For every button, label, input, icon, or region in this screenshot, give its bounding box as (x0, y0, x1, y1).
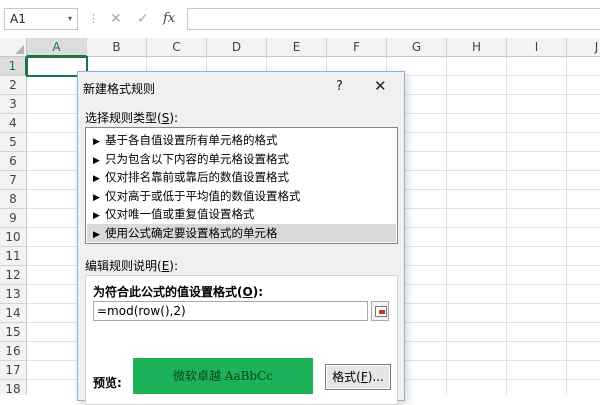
row-header-7[interactable]: 7 (0, 171, 27, 190)
rule-desc-label-text: 编辑规则说明( (85, 259, 162, 273)
close-icon[interactable]: ✕ (374, 77, 387, 95)
chevron-down-icon[interactable]: ▾ (68, 9, 72, 29)
row-header-14[interactable]: 14 (0, 304, 27, 323)
triangle-right-icon: ▶ (93, 155, 100, 166)
formula-condition-label: 为符合此公式的值设置格式(O): (93, 283, 263, 300)
rule-type-label: 只为包含以下内容的单元格设置格式 (105, 151, 289, 166)
rule-type-label-end: ): (169, 111, 179, 125)
column-header-j[interactable]: J (567, 38, 600, 57)
triangle-right-icon: ▶ (93, 137, 100, 147)
row-header-4[interactable]: 4 (0, 114, 27, 133)
column-header-g[interactable]: G (387, 38, 447, 57)
row-header-17[interactable]: 17 (0, 361, 27, 380)
formula-label-text: 为符合此公式的值设置格式( (93, 285, 243, 299)
row-header-12[interactable]: 12 (0, 266, 27, 285)
separator-grip-icon: ⋮ (88, 12, 99, 25)
row-header-11[interactable]: 11 (0, 247, 27, 266)
dialog-title: 新建格式规则 (83, 82, 156, 96)
row-header-18[interactable]: 18 (0, 380, 27, 395)
formula-access-key: O (242, 285, 253, 299)
column-header-a[interactable]: A (27, 38, 87, 57)
formula-label-end: ): (252, 285, 263, 299)
rule-type-item[interactable]: ▶ 使用公式确定要设置格式的单元格 (87, 223, 396, 242)
select-all-corner[interactable] (0, 38, 27, 57)
rule-type-item[interactable]: ▶ 只为包含以下内容的单元格设置格式 (87, 150, 396, 168)
row-header-16[interactable]: 16 (0, 342, 27, 361)
row-header-15[interactable]: 15 (0, 323, 27, 342)
row-header-3[interactable]: 3 (0, 95, 27, 114)
row-header-10[interactable]: 10 (0, 228, 27, 247)
formula-condition-input[interactable]: =mod(row(),2) (93, 301, 368, 321)
row-header-8[interactable]: 8 (0, 190, 27, 209)
rule-type-item[interactable]: ▶ 基于各自值设置所有单元格的格式 (87, 131, 396, 149)
row-header-13[interactable]: 13 (0, 285, 27, 304)
new-formatting-rule-dialog: 新建格式规则 ? ✕ 选择规则类型(S): ▶ 基于各自值设置所有单元格的格式 ▶ 只… (77, 71, 405, 405)
rule-type-section-label: 选择规则类型(S): (85, 109, 178, 126)
column-header-c[interactable]: C (147, 38, 207, 57)
rule-type-label: 仅对排名靠前或靠后的数值设置格式 (105, 170, 289, 184)
rule-type-label: 使用公式确定要设置格式的单元格 (105, 225, 278, 240)
row-header-5[interactable]: 5 (0, 133, 27, 152)
rule-type-item[interactable]: ▶ 仅对唯一值或重复值设置格式 (87, 205, 396, 223)
row-header-6[interactable]: 6 (0, 152, 27, 171)
row-header-1[interactable]: 1 (0, 57, 27, 76)
triangle-right-icon: ▶ (93, 211, 100, 221)
rule-type-item[interactable]: ▶ 仅对高于或低于平均值的数值设置格式 (87, 187, 396, 205)
triangle-right-icon: ▶ (93, 192, 100, 203)
column-header-i[interactable]: I (507, 38, 567, 57)
preview-label: 预览: (93, 376, 122, 390)
formula-input[interactable] (187, 8, 600, 30)
help-button[interactable]: ? (336, 79, 343, 94)
rule-type-label-text: 选择规则类型( (85, 111, 162, 125)
column-header-d[interactable]: D (207, 38, 267, 57)
rule-type-item[interactable]: ▶ 仅对排名靠前或靠后的数值设置格式 (87, 168, 396, 186)
format-button-end: )... (367, 370, 384, 384)
enter-icon[interactable]: ✓ (137, 9, 149, 29)
format-access-key: F (360, 370, 368, 384)
column-header-e[interactable]: E (267, 38, 327, 57)
row-header-2[interactable]: 2 (0, 76, 27, 95)
cancel-icon[interactable]: ✕ (110, 9, 122, 29)
rule-description-section-label: 编辑规则说明(E): (85, 257, 178, 274)
triangle-right-icon: ▶ (93, 229, 100, 240)
rule-type-label: 仅对高于或低于平均值的数值设置格式 (105, 188, 301, 203)
row-header-9[interactable]: 9 (0, 209, 27, 228)
triangle-right-icon: ▶ (93, 174, 100, 184)
format-preview: 微软卓越 AaBbCc (133, 358, 313, 394)
range-select-icon[interactable] (371, 301, 389, 321)
rule-description-panel: 为符合此公式的值设置格式(O): =mod(row(),2) 预览: 微软卓越 … (85, 275, 398, 405)
rule-type-label: 仅对唯一值或重复值设置格式 (105, 207, 255, 221)
rule-type-label: 基于各自值设置所有单元格的格式 (105, 133, 278, 147)
column-header-f[interactable]: F (327, 38, 387, 57)
column-header-h[interactable]: H (447, 38, 507, 57)
name-box-value: A1 (10, 12, 26, 26)
name-box[interactable]: A1 ▾ (4, 8, 78, 30)
insert-function-icon[interactable]: fx (163, 9, 175, 29)
formula-bar: A1 ▾ ⋮ ✕ ✓ fx (0, 0, 600, 38)
format-button[interactable]: 格式(F)... (325, 364, 391, 390)
format-button-text: 格式( (332, 370, 361, 384)
rule-type-list[interactable]: ▶ 基于各自值设置所有单元格的格式 ▶ 只为包含以下内容的单元格设置格式 ▶ 仅对排名靠前… (85, 127, 398, 244)
rule-desc-label-end: ): (169, 259, 179, 273)
column-header-b[interactable]: B (87, 38, 147, 57)
